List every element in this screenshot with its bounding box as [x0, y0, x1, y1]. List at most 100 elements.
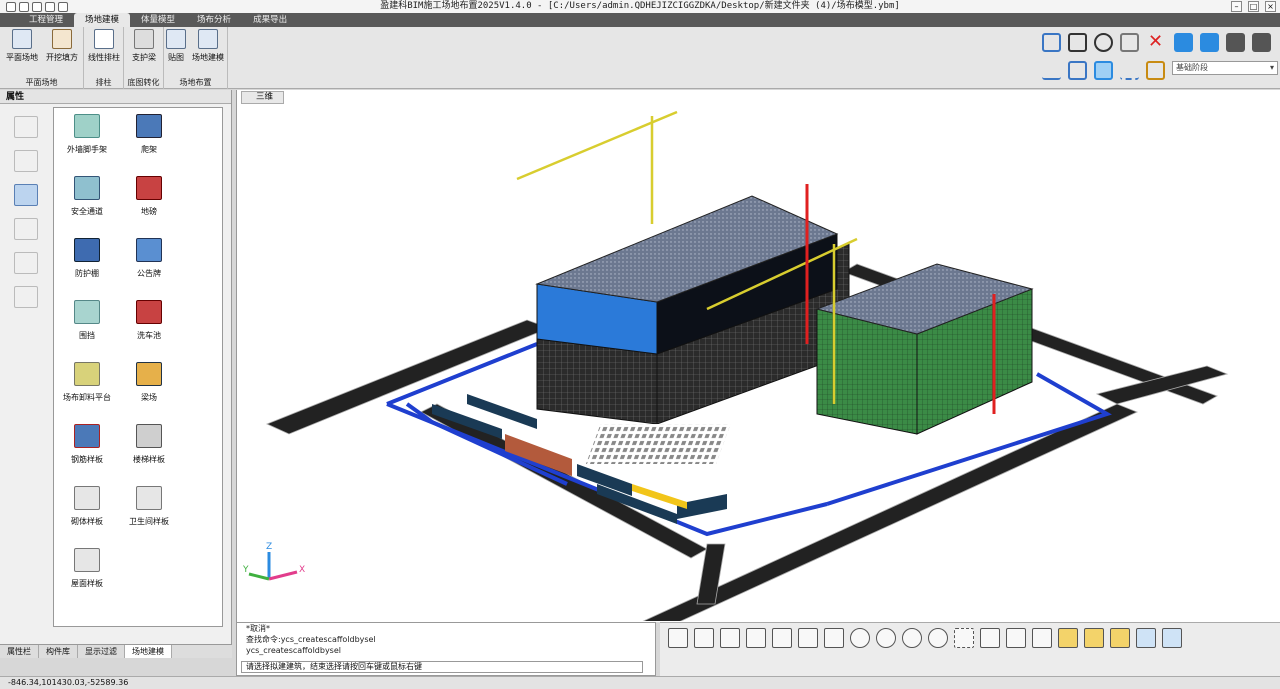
building-icon[interactable] — [14, 150, 38, 172]
tab-library[interactable]: 构件库 — [39, 645, 78, 658]
texture-button[interactable]: 贴图 — [164, 29, 188, 63]
board-icon — [136, 238, 162, 262]
snap-icon[interactable] — [1136, 628, 1156, 648]
support-beam-button[interactable]: 支护梁 — [124, 29, 164, 63]
move-icon[interactable] — [1068, 33, 1087, 52]
maximize-button[interactable]: □ — [1248, 1, 1259, 12]
panel-title: 属性 — [0, 90, 231, 104]
box-icon[interactable] — [1094, 61, 1113, 80]
mirror-icon[interactable] — [1120, 33, 1139, 52]
up-arrow-icon[interactable] — [1174, 33, 1193, 52]
tab-site-modeling[interactable]: 场地建模 — [74, 13, 131, 27]
house-icon[interactable] — [824, 628, 844, 648]
category-column — [4, 108, 48, 648]
excavation-icon — [52, 29, 72, 49]
crane-icon[interactable] — [14, 218, 38, 240]
item-weighbridge[interactable]: 地磅 — [116, 176, 182, 217]
item-protective-shed[interactable]: 防护棚 — [54, 238, 120, 279]
axis-gizmo: Z X Y — [242, 542, 305, 581]
item-climbing-frame[interactable]: 爬架 — [116, 114, 182, 155]
coordinate-readout: -846.34,101430.03,-52589.36 — [8, 678, 129, 687]
measure-icon[interactable] — [1084, 628, 1104, 648]
svg-text:Y: Y — [242, 565, 249, 575]
zoom-extents-icon[interactable] — [954, 628, 974, 648]
site-build-icon — [198, 29, 218, 49]
scaffold-item-icon — [74, 114, 100, 138]
cut-icon[interactable] — [668, 628, 688, 648]
tab-export[interactable]: 成果导出 — [242, 13, 298, 27]
ribbon-group-plane: 平面场地 开挖填方 平面场地 — [0, 27, 84, 89]
rebar-icon — [74, 424, 100, 448]
tab-project[interactable]: 工程管理 — [18, 13, 74, 27]
status-bar: -846.34,101430.03,-52589.36 — [0, 676, 1280, 689]
cube-front-icon[interactable] — [772, 628, 792, 648]
item-unloading-platform[interactable]: 场布卸料平台 — [54, 362, 120, 403]
page-icon[interactable] — [1032, 628, 1052, 648]
masonry-icon — [74, 486, 100, 510]
down-arrow-icon[interactable] — [1200, 33, 1219, 52]
item-safety-passage[interactable]: 安全通道 — [54, 176, 120, 217]
trim-tool-icon[interactable] — [720, 628, 740, 648]
delete-icon[interactable]: ✕ — [1146, 33, 1165, 52]
angle-icon[interactable] — [1110, 628, 1130, 648]
item-toilet-sample[interactable]: 卫生间样板 — [116, 486, 182, 527]
support-beam-icon — [134, 29, 154, 49]
orbit-icon[interactable] — [850, 628, 870, 648]
plane-site-button[interactable]: 平面场地 — [2, 29, 42, 63]
zoom-out-icon[interactable] — [902, 628, 922, 648]
item-masonry-sample[interactable]: 砌体样板 — [54, 486, 120, 527]
item-roof-sample[interactable]: 屋面样板 — [54, 548, 120, 589]
scissors-icon[interactable] — [694, 628, 714, 648]
item-notice-board[interactable]: 公告牌 — [116, 238, 182, 279]
tab-analysis[interactable]: 场布分析 — [186, 13, 242, 27]
linear-pile-icon — [94, 29, 114, 49]
item-rebar-sample[interactable]: 钢筋样板 — [54, 424, 120, 465]
rotate-icon[interactable] — [1094, 33, 1113, 52]
platform-icon — [74, 362, 100, 386]
tab-properties[interactable]: 属性栏 — [0, 645, 39, 658]
zoom-window-icon[interactable] — [928, 628, 948, 648]
tree-icon[interactable] — [14, 116, 38, 138]
site-build-button[interactable]: 场地建模 — [188, 29, 228, 63]
scaffold-icon[interactable] — [14, 184, 38, 206]
phase-select[interactable]: 基础阶段 ▾ — [1172, 61, 1278, 75]
teapot-icon[interactable] — [980, 628, 1000, 648]
linear-pile-button[interactable]: 线性排柱 — [84, 29, 124, 63]
ribbon: 平面场地 开挖填方 平面场地 线性排柱 排柱 支护梁 底图转化 贴图 场地建模 … — [0, 27, 1280, 89]
ribbon-group-pile: 线性排柱 排柱 — [84, 27, 124, 89]
ribbon-tabs: 工程管理 场地建模 体量模型 场布分析 成果导出 — [0, 13, 1280, 27]
cube-icon[interactable] — [746, 628, 766, 648]
viewport-3d[interactable]: 三维 Z X Y — [236, 90, 1280, 622]
view-tab-3d[interactable]: 三维 — [241, 91, 285, 104]
property-icon[interactable] — [1146, 61, 1165, 80]
svg-text:X: X — [299, 565, 305, 575]
ruler-icon[interactable] — [1058, 628, 1078, 648]
layers-icon[interactable] — [1226, 33, 1245, 52]
excavation-button[interactable]: 开挖填方 — [42, 29, 82, 63]
minimize-button[interactable]: – — [1231, 1, 1242, 12]
link-icon[interactable] — [1162, 628, 1182, 648]
offset-icon[interactable] — [1068, 61, 1087, 80]
component-grid: 外墙脚手架 爬架 安全通道 地磅 防护棚 公告牌 围挡 洗车池 场布卸料平台 梁… — [53, 107, 223, 627]
terrain-icon[interactable] — [14, 286, 38, 308]
tab-display-filter[interactable]: 显示过滤 — [78, 645, 125, 658]
select-icon[interactable] — [1042, 33, 1061, 52]
item-wash-pool[interactable]: 洗车池 — [116, 300, 182, 341]
item-beam-yard[interactable]: 梁场 — [116, 362, 182, 403]
item-external-scaffold[interactable]: 外墙脚手架 — [54, 114, 120, 155]
tab-site-build[interactable]: 场地建模 — [125, 645, 172, 658]
tab-volume-model[interactable]: 体量模型 — [130, 13, 186, 27]
item-enclosure[interactable]: 围挡 — [54, 300, 120, 341]
item-stair-sample[interactable]: 楼梯样板 — [116, 424, 182, 465]
layer-list-icon[interactable] — [1252, 33, 1271, 52]
wrench-icon[interactable] — [1006, 628, 1026, 648]
cube-side-icon[interactable] — [798, 628, 818, 648]
trim-icon[interactable] — [1120, 61, 1139, 80]
close-button[interactable]: × — [1265, 1, 1276, 12]
site-scene[interactable]: Z X Y — [237, 104, 1280, 621]
extend-icon[interactable] — [1042, 61, 1061, 80]
pipe-icon[interactable] — [14, 252, 38, 274]
zoom-in-icon[interactable] — [876, 628, 896, 648]
command-input[interactable]: 请选择拟建建筑，结束选择请按回车键或鼠标右键 — [241, 661, 643, 673]
shed-icon — [74, 238, 100, 262]
